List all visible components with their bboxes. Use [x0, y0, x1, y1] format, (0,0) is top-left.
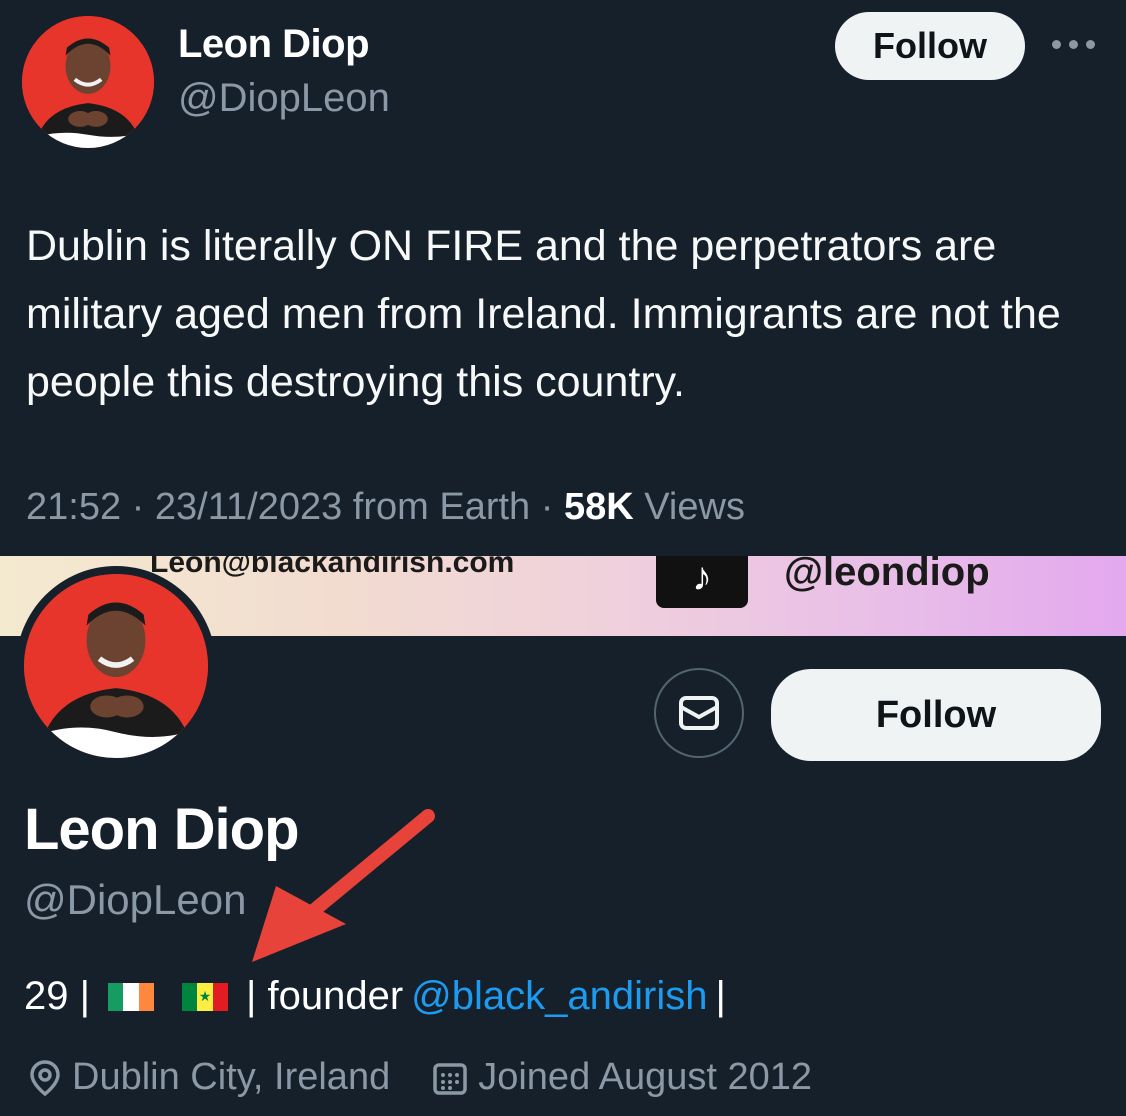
profile-avatar-ring	[16, 566, 216, 766]
banner-email-text: Leon@blackandirish.com	[150, 556, 515, 579]
views-count: 58K	[563, 486, 634, 528]
bio-trailing: |	[715, 974, 726, 1018]
bio-mention-link[interactable]: @black_andirish	[411, 974, 707, 1019]
views-label: Views	[633, 486, 745, 528]
location-text: Dublin City, Ireland	[72, 1056, 391, 1098]
tweet-card: Leon Diop @DiopLeon Follow Dublin is lit…	[0, 0, 1126, 556]
screenshot-composite: Leon Diop @DiopLeon Follow Dublin is lit…	[0, 0, 1126, 1116]
tweet-author-avatar[interactable]	[22, 16, 154, 148]
tweet-metadata: 21:52 · 23/11/2023 from Earth · 58K View…	[26, 486, 745, 529]
joined-text: Joined August 2012	[478, 1056, 813, 1098]
tweet-display-name[interactable]: Leon Diop	[178, 22, 370, 67]
location-pin-icon	[30, 1059, 60, 1096]
bio-age: 29 |	[24, 974, 90, 1018]
avatar-image	[24, 574, 208, 758]
profile-meta: Dublin City, Ireland Joined August 2012	[28, 1056, 854, 1099]
more-horizontal-icon[interactable]	[1052, 32, 1098, 56]
tweet-source: from Earth	[342, 486, 531, 528]
bio-founder-text: | founder	[246, 974, 404, 1018]
profile-bio: 29 | ★ | founder @black_andirish |	[24, 974, 726, 1019]
tweet-time[interactable]: 21:52	[26, 486, 121, 528]
banner-tiktok-handle: @leondiop	[784, 556, 990, 594]
envelope-icon	[679, 696, 719, 730]
avatar-image	[22, 16, 154, 148]
separator: ·	[121, 486, 155, 528]
tiktok-icon: ♪	[656, 556, 748, 608]
ireland-flag-icon	[108, 982, 154, 1011]
profile-avatar[interactable]	[24, 574, 208, 758]
message-button[interactable]	[654, 668, 744, 758]
joined-item: Joined August 2012	[432, 1056, 812, 1099]
tweet-handle[interactable]: @DiopLeon	[178, 76, 390, 121]
location-item: Dublin City, Ireland	[28, 1056, 390, 1099]
profile-follow-button[interactable]: Follow	[771, 669, 1101, 761]
tweet-follow-button[interactable]: Follow	[835, 12, 1025, 80]
profile-handle: @DiopLeon	[24, 876, 247, 923]
tweet-date[interactable]: 23/11/2023	[155, 486, 342, 528]
tweet-text: Dublin is literally ON FIRE and the perp…	[26, 222, 1061, 406]
separator: ·	[530, 486, 564, 528]
calendar-icon	[433, 1062, 467, 1095]
red-annotation-arrow	[252, 809, 435, 962]
senegal-flag-icon: ★	[182, 982, 228, 1011]
